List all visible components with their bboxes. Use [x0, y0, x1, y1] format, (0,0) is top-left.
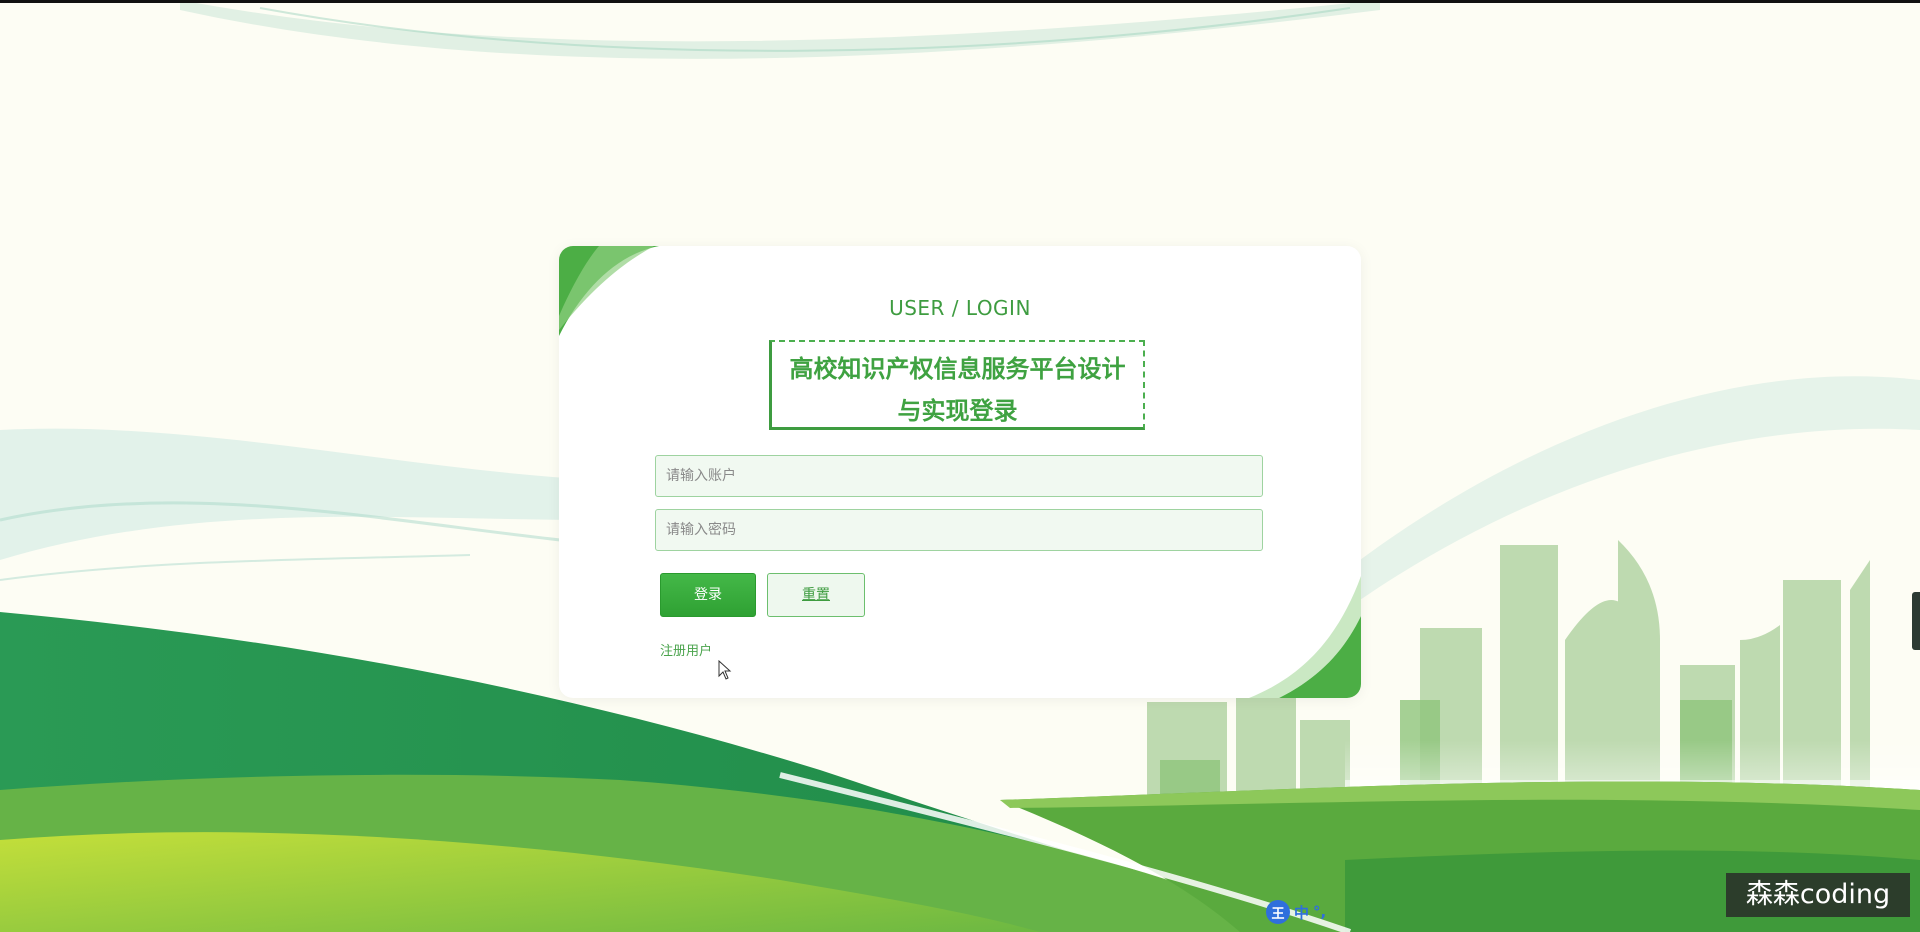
login-button[interactable]: 登录 [660, 573, 756, 617]
login-heading: USER / LOGIN [889, 296, 1031, 320]
ime-toolbar[interactable]: 王 中 °, [1266, 898, 1326, 926]
system-title-box: 高校知识产权信息服务平台设计 与实现登录 [769, 340, 1145, 430]
reset-button[interactable]: 重置 [767, 573, 865, 617]
system-title-line-1: 高校知识产权信息服务平台设计 [789, 355, 1126, 383]
system-title-line-2: 与实现登录 [897, 397, 1018, 425]
ime-punct[interactable]: °, [1313, 903, 1326, 921]
username-input[interactable] [655, 455, 1263, 497]
password-input[interactable] [655, 509, 1263, 551]
register-link[interactable]: 注册用户 [660, 640, 712, 659]
mouse-pointer-icon [718, 660, 732, 680]
top-edge-bar [0, 0, 1920, 3]
side-edge-tab[interactable] [1912, 592, 1920, 650]
watermark-label: 森森coding [1726, 873, 1910, 917]
login-card: USER / LOGIN 高校知识产权信息服务平台设计 与实现登录 登录 重置 … [559, 246, 1361, 698]
ime-logo-icon: 王 [1266, 900, 1290, 924]
ime-mode[interactable]: 中 [1294, 902, 1309, 923]
